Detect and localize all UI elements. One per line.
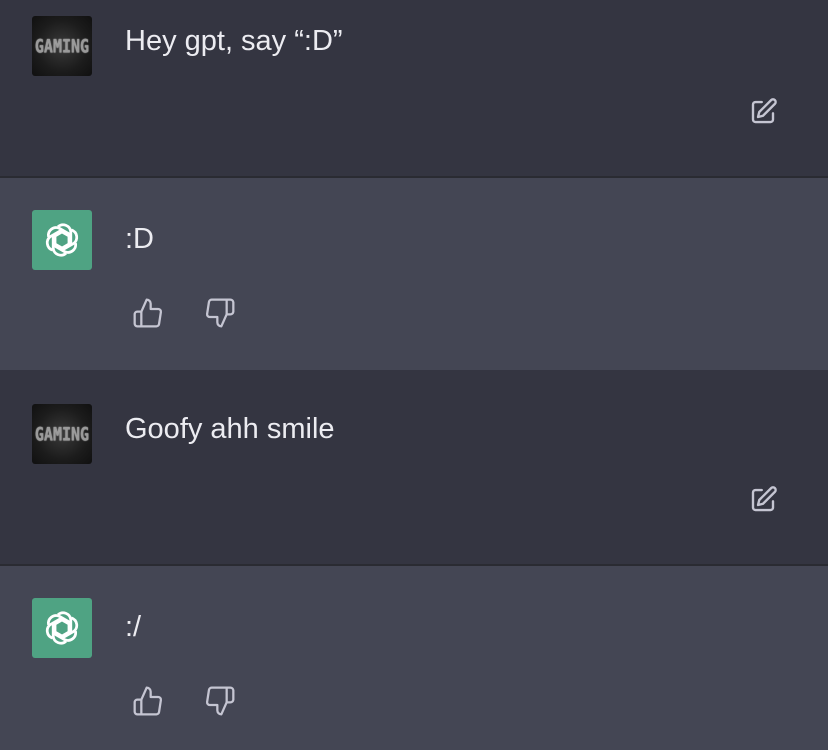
chat-thread: GAMING Hey gpt, say “:D”:D GAMING Goofy… [0, 0, 828, 750]
user-message: GAMING Goofy ahh smile [0, 370, 828, 564]
thumbs-down-button[interactable] [202, 683, 238, 719]
user-avatar: GAMING [32, 404, 92, 464]
openai-logo-icon [45, 611, 79, 645]
user-avatar-label: GAMING [34, 34, 90, 58]
thumbs-up-icon [133, 686, 163, 716]
thumbs-down-button[interactable] [202, 295, 238, 331]
assistant-avatar [32, 210, 92, 270]
thumbs-up-button[interactable] [130, 683, 166, 719]
thumbs-up-button[interactable] [130, 295, 166, 331]
message-text: :/ [125, 611, 142, 643]
user-avatar-label: GAMING [34, 422, 90, 446]
message-text: Goofy ahh smile [125, 413, 335, 445]
user-avatar: GAMING [32, 16, 92, 76]
openai-logo-icon [45, 223, 79, 257]
edit-icon [751, 98, 777, 124]
thumbs-down-icon [205, 686, 235, 716]
edit-button[interactable] [746, 483, 780, 517]
edit-icon [751, 486, 777, 512]
user-message: GAMING Hey gpt, say “:D” [0, 0, 828, 176]
edit-button[interactable] [746, 95, 780, 129]
thumbs-down-icon [205, 298, 235, 328]
assistant-avatar [32, 598, 92, 658]
assistant-message: :D [0, 178, 828, 370]
message-text: Hey gpt, say “:D” [125, 25, 343, 57]
assistant-message: :/ [0, 566, 828, 750]
thumbs-up-icon [133, 298, 163, 328]
message-text: :D [125, 223, 154, 255]
